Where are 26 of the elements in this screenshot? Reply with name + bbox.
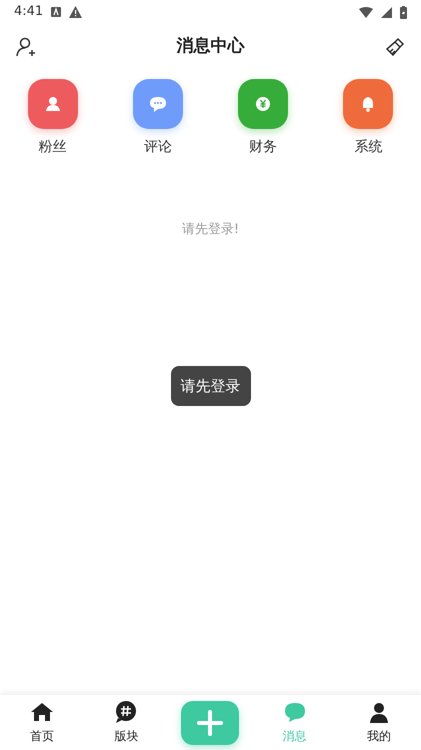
nav-tab[interactable]: 我的 <box>366 700 391 745</box>
category-button[interactable] <box>28 79 78 129</box>
hashtag-bubble-icon <box>114 700 138 724</box>
category-label: 粉丝 <box>38 138 67 157</box>
nav-tab[interactable]: 版块 <box>114 700 138 745</box>
battery-icon <box>400 6 407 18</box>
empty-message: 请先登录! <box>182 221 240 239</box>
house-icon <box>30 700 54 724</box>
chat-icon <box>282 700 307 724</box>
category-button[interactable] <box>132 79 183 129</box>
signal-icon <box>381 6 392 18</box>
nav-tab[interactable]: 首页 <box>30 700 54 745</box>
status-time: 4:41 <box>14 3 44 22</box>
category-label: 系统 <box>354 138 382 157</box>
wifi-icon <box>359 6 373 18</box>
warning-icon <box>69 6 82 18</box>
toast-message: 请先登录 <box>170 366 250 406</box>
category-label: 财务 <box>249 138 278 157</box>
plus-icon <box>197 710 224 736</box>
add-button[interactable] <box>181 700 240 744</box>
category-button[interactable] <box>343 79 394 129</box>
category-label: 评论 <box>144 138 172 157</box>
notification-icon <box>51 7 62 17</box>
page-title: 消息中心 <box>176 35 244 58</box>
add-user-icon[interactable] <box>16 37 36 57</box>
category-button[interactable] <box>238 79 288 129</box>
